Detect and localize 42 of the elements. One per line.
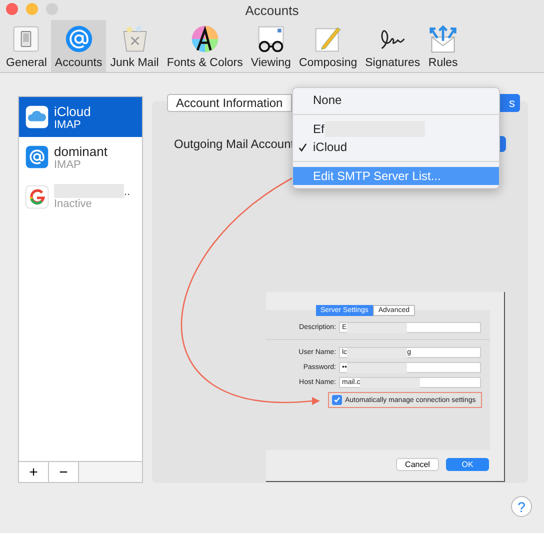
toolbar-tab[interactable]: General xyxy=(2,20,51,72)
minimize-button[interactable] xyxy=(26,3,38,15)
color-wheel-icon xyxy=(190,24,220,54)
redaction-block xyxy=(346,322,407,332)
account-item[interactable]: dominant IMAP xyxy=(19,137,142,177)
account-type: IMAP xyxy=(54,118,82,130)
account-item[interactable]: .. Inactive xyxy=(19,177,142,217)
account-name: iCloud xyxy=(54,104,91,118)
at-sign-icon xyxy=(25,145,49,169)
toolbar-tab[interactable]: Rules xyxy=(424,20,462,72)
toolbar-tab[interactable]: Junk Mail xyxy=(106,20,163,72)
checkmark-icon xyxy=(298,142,307,152)
menu-item[interactable]: None xyxy=(293,91,499,109)
ok-button[interactable]: OK xyxy=(446,458,489,471)
account-item[interactable]: iCloud IMAP xyxy=(19,97,142,137)
toolbar-tab[interactable]: Viewing xyxy=(246,20,295,72)
menu-item[interactable]: Ef xyxy=(293,120,499,138)
menu-item[interactable]: iCloud xyxy=(293,138,499,156)
cancel-button[interactable]: Cancel xyxy=(396,458,439,471)
toolbar-tab[interactable]: Fonts & Colors xyxy=(162,20,247,72)
switch-icon xyxy=(11,24,42,54)
toolbar-tab[interactable]: Signatures xyxy=(361,20,424,72)
toolbar-tab[interactable]: Composing xyxy=(294,20,362,72)
tab[interactable]: Account Information xyxy=(167,94,292,112)
account-type: IMAP xyxy=(54,158,82,170)
cloud-icon xyxy=(25,105,49,129)
envelope-arrows-icon xyxy=(428,24,458,54)
window-title: Accounts xyxy=(245,2,299,18)
tab[interactable]: s xyxy=(500,94,520,112)
checkbox[interactable] xyxy=(332,395,342,405)
account-name: dominant xyxy=(54,144,108,158)
glasses-icon xyxy=(256,24,286,54)
toolbar-tab[interactable]: Accounts xyxy=(50,20,106,72)
redaction-block xyxy=(347,348,408,358)
redaction-block xyxy=(360,378,420,388)
account-name: .. xyxy=(124,186,130,198)
redaction-block xyxy=(346,362,407,372)
at-sign-icon xyxy=(64,24,94,54)
help-button[interactable]: ? xyxy=(511,496,532,517)
account-type: Inactive xyxy=(54,198,93,210)
g-logo-icon xyxy=(25,185,49,209)
close-button[interactable] xyxy=(6,3,18,15)
